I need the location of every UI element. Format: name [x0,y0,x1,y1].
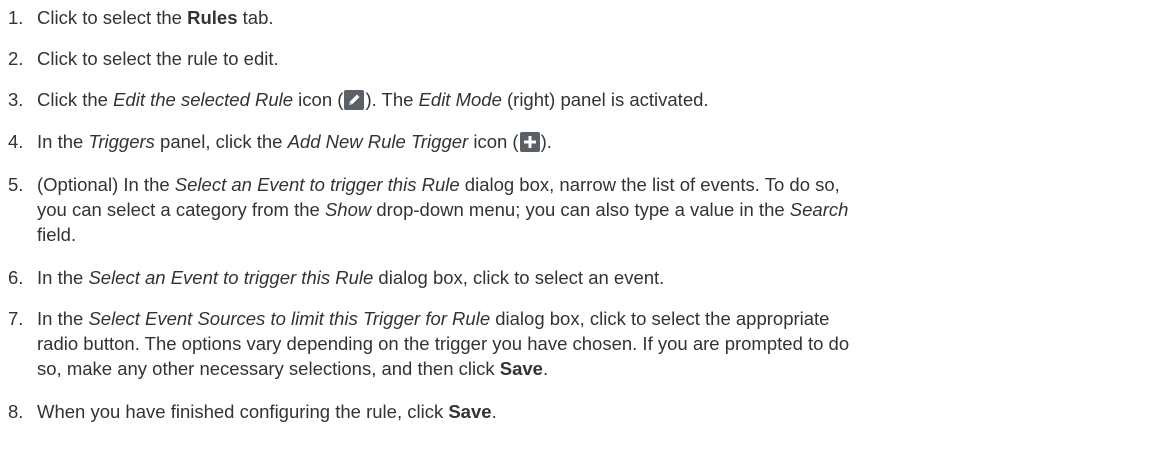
step-text: (Optional) In the Select an Event to tri… [37,174,849,245]
step-text: Click to select the rule to edit. [37,48,279,69]
step-number: 6. [8,267,24,288]
step-number: 5. [8,174,24,195]
step-text: In the Triggers panel, click the Add New… [37,131,552,152]
pencil-icon [344,90,365,110]
step-number: 4. [8,131,24,152]
save-term: Save [448,401,492,422]
step-number: 1. [8,7,24,28]
step-number: 3. [8,89,24,110]
step-text: Click to select the Rules tab. [37,7,274,28]
save-term: Save [499,358,543,379]
step-text: Click the Edit the selected Rule icon ()… [37,89,709,110]
step-text: When you have finished configuring the r… [37,401,497,422]
step-number: 8. [8,401,24,422]
step-number: 2. [8,48,24,69]
step-number: 7. [8,308,24,329]
step-text: In the Select Event Sources to limit thi… [37,308,850,379]
plus-icon [519,132,540,152]
rules-tab-term: Rules [187,7,238,28]
instruction-list: 1. Click to select the Rules tab. 2. Cli… [0,0,1172,472]
step-text: In the Select an Event to trigger this R… [37,267,665,288]
